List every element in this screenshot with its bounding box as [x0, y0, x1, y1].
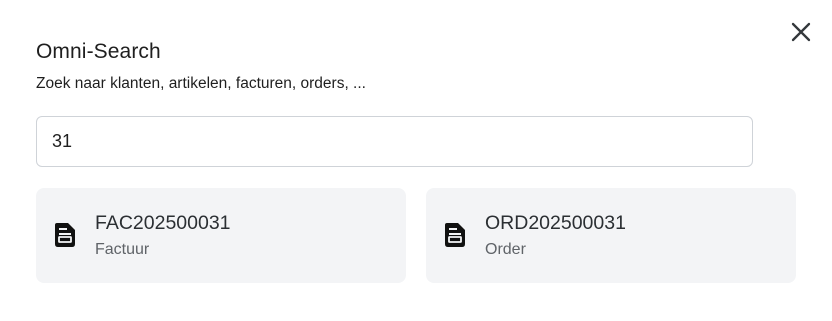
result-title: ORD202500031 [485, 212, 626, 234]
document-icon [445, 223, 465, 247]
result-type: Factuur [95, 241, 150, 258]
dialog-title: Omni-Search [36, 40, 161, 63]
dialog-subtitle: Zoek naar klanten, artikelen, facturen, … [36, 75, 366, 92]
search-input[interactable] [36, 116, 753, 167]
omni-search-dialog: Omni-Search Zoek naar klanten, artikelen… [0, 0, 832, 321]
search-results: FAC202500031 Factuur ORD202500031 Order [36, 188, 796, 283]
result-card-fac202500031[interactable]: FAC202500031 Factuur [36, 188, 406, 283]
close-icon [791, 22, 811, 42]
close-button[interactable] [786, 17, 816, 47]
result-type: Order [485, 241, 526, 258]
result-title: FAC202500031 [95, 212, 231, 234]
document-icon [55, 223, 75, 247]
result-card-ord202500031[interactable]: ORD202500031 Order [426, 188, 796, 283]
